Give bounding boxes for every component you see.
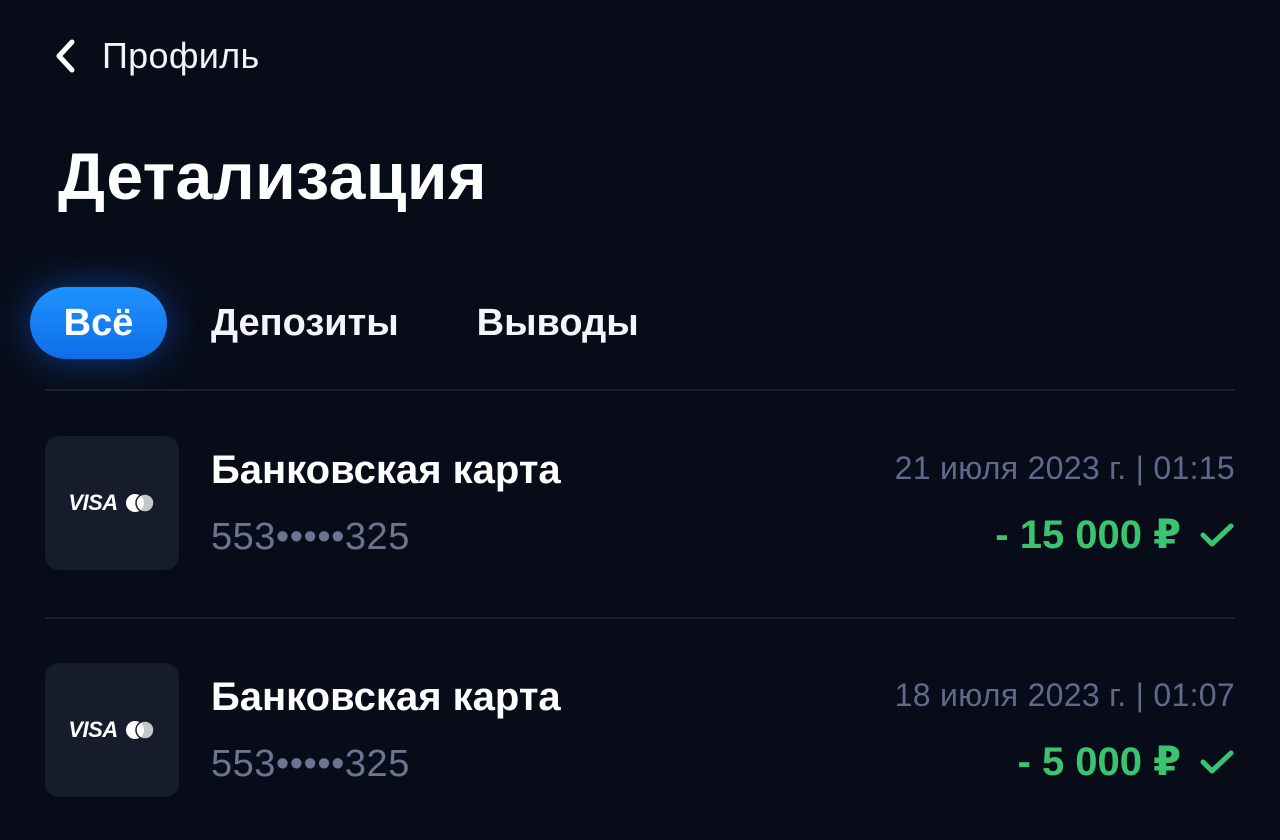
check-icon (1199, 744, 1235, 780)
card-number: 553•••••325 (211, 743, 410, 785)
transaction-date: 18 июля 2023 г. | 01:07 (894, 677, 1235, 713)
check-icon (1199, 517, 1235, 553)
transaction-method: Банковская карта (211, 448, 561, 492)
transaction-row[interactable]: VISA Банковская карта 553•••••325 18 июл… (45, 663, 1235, 799)
transaction-method: Банковская карта (211, 675, 561, 719)
divider (45, 389, 1235, 391)
transaction-row[interactable]: VISA Банковская карта 553•••••325 21 июл… (45, 436, 1235, 572)
amount-group: - 15 000 ₽ (995, 510, 1235, 560)
back-label: Профиль (102, 35, 260, 76)
divider (45, 617, 1235, 619)
visa-logo: VISA (68, 717, 118, 742)
transaction-amount: - 5 000 ₽ (1017, 740, 1181, 784)
page-title: Детализация (58, 139, 487, 213)
visa-logo: VISA (68, 490, 118, 515)
filter-tabs: Всё Депозиты Выводы (30, 287, 639, 359)
back-button[interactable]: Профиль (48, 28, 260, 84)
card-logo-tile: VISA (45, 436, 179, 570)
card-logo-tile: VISA (45, 663, 179, 797)
tab-deposits[interactable]: Депозиты (211, 287, 399, 359)
mastercard-icon (124, 493, 156, 513)
chevron-left-icon (48, 39, 82, 73)
tab-all[interactable]: Всё (30, 287, 167, 359)
transaction-date: 21 июля 2023 г. | 01:15 (894, 450, 1235, 486)
mastercard-icon (124, 720, 156, 740)
transaction-amount: - 15 000 ₽ (995, 513, 1181, 557)
tab-withdrawals[interactable]: Выводы (477, 287, 639, 359)
amount-group: - 5 000 ₽ (1018, 737, 1235, 787)
card-number: 553•••••325 (211, 516, 410, 558)
